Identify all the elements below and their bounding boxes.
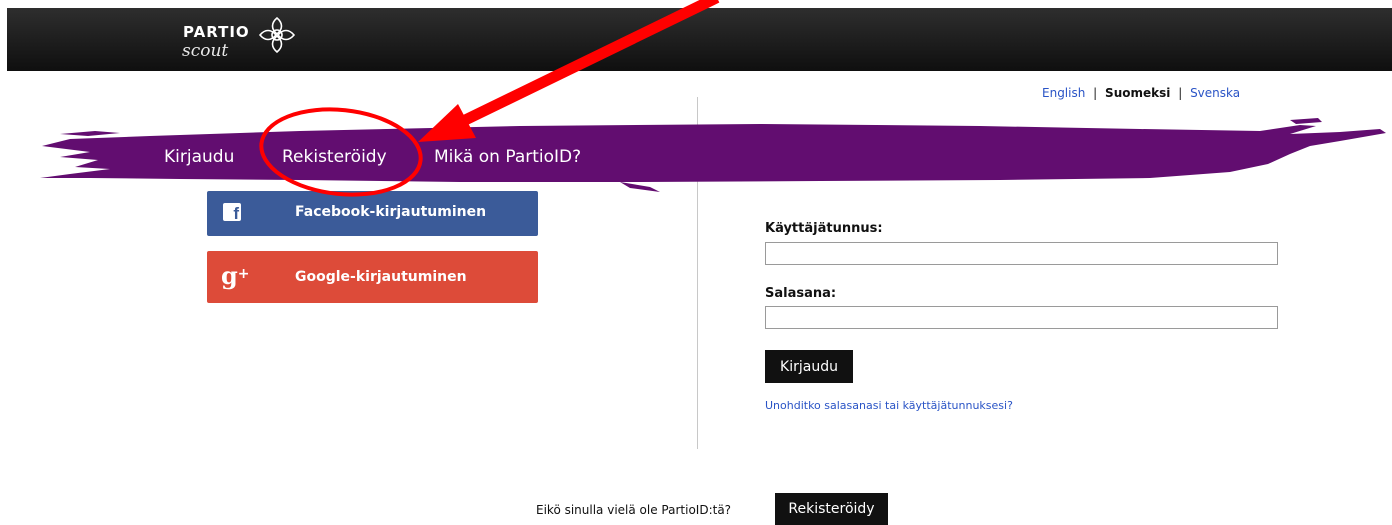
- language-selector: English | Suomeksi | Svenska: [1042, 86, 1240, 100]
- lang-separator: |: [1178, 86, 1183, 100]
- username-input[interactable]: [765, 242, 1278, 265]
- logo-partio-text: PARTIO: [183, 23, 250, 41]
- register-button[interactable]: Rekisteröidy: [775, 493, 888, 525]
- facebook-icon: f: [223, 203, 241, 221]
- facebook-login-label: Facebook-kirjautuminen: [295, 204, 487, 220]
- nav-register[interactable]: Rekisteröidy: [282, 147, 387, 167]
- nav-login[interactable]: Kirjaudu: [164, 147, 234, 167]
- facebook-login-button[interactable]: f Facebook-kirjautuminen: [207, 191, 538, 236]
- lang-english-link[interactable]: English: [1042, 86, 1085, 100]
- google-login-button[interactable]: g+ Google-kirjautuminen: [207, 251, 538, 303]
- google-plus-icon: g+: [221, 261, 250, 290]
- brush-stroke-detail: [1290, 118, 1322, 124]
- login-submit-button[interactable]: Kirjaudu: [765, 350, 853, 383]
- google-login-label: Google-kirjautuminen: [295, 269, 467, 285]
- brush-stroke-detail: [620, 182, 660, 192]
- lang-finnish-current: Suomeksi: [1105, 86, 1171, 100]
- register-prompt-text: Eikö sinulla vielä ole PartioID:tä?: [536, 503, 732, 517]
- password-input[interactable]: [765, 306, 1278, 329]
- lang-swedish-link[interactable]: Svenska: [1190, 86, 1240, 100]
- lang-separator: |: [1093, 86, 1098, 100]
- nav-about-partioid[interactable]: Mikä on PartioID?: [434, 147, 581, 167]
- scout-emblem-icon: [258, 16, 296, 54]
- top-header-bar: PARTIO scout: [7, 8, 1392, 71]
- forgot-password-link[interactable]: Unohditko salasanasi tai käyttäjätunnuks…: [765, 399, 1013, 412]
- username-label: Käyttäjätunnus:: [765, 221, 883, 236]
- brush-stroke-main: [40, 124, 1386, 182]
- brush-stroke-detail: [60, 131, 120, 136]
- password-label: Salasana:: [765, 286, 837, 301]
- logo-scout-text: scout: [182, 41, 229, 61]
